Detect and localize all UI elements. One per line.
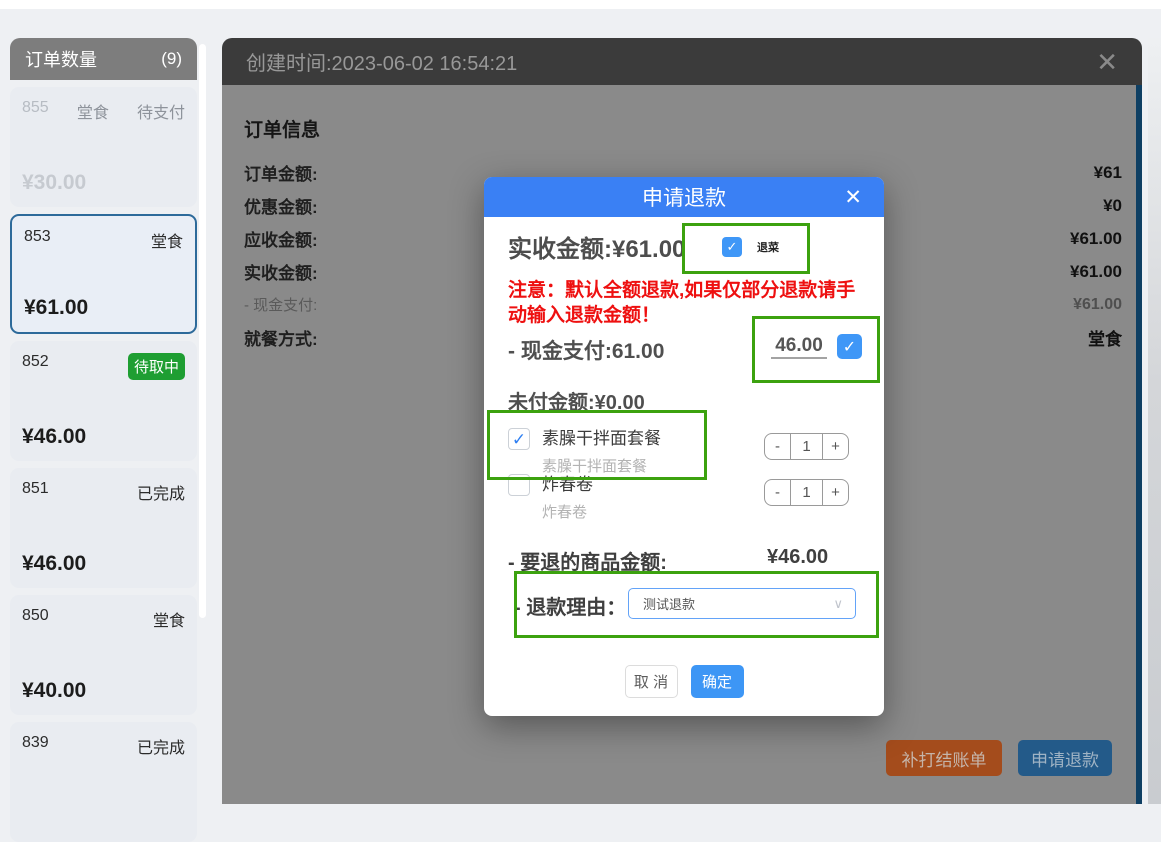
- return-dish-option: ✓ 退菜: [722, 237, 779, 257]
- panel-action-buttons: 补打结账单 申请退款: [886, 740, 1112, 776]
- quantity-stepper-2: - 1 +: [764, 479, 849, 506]
- order-status: 已完成: [137, 480, 185, 504]
- stepper-quantity: 1: [791, 479, 822, 506]
- order-id: 850: [22, 607, 49, 625]
- sidebar-scrollbar[interactable]: [199, 44, 206, 618]
- order-sidebar: 订单数量 (9) 855 堂食 待支付 ¥30.00 853 堂食 ¥61.00…: [10, 38, 197, 804]
- unpaid-amount-text: 未付金额:¥0.00: [508, 386, 645, 415]
- refund-dialog-header: 申请退款 ✕: [484, 177, 884, 217]
- item-subname: 素臊干拌面套餐: [542, 455, 661, 476]
- order-count: (9): [161, 49, 182, 69]
- order-card-853[interactable]: 853 堂食 ¥61.00: [10, 214, 197, 334]
- order-card-855[interactable]: 855 堂食 待支付 ¥30.00: [10, 87, 197, 207]
- panel-close-icon[interactable]: ✕: [1096, 49, 1118, 75]
- order-card-839[interactable]: 839 已完成: [10, 722, 197, 842]
- order-id: 853: [24, 228, 51, 246]
- refund-amount-group: ✓: [771, 334, 862, 359]
- stepper-quantity: 1: [791, 433, 822, 460]
- refund-reason-label: - 退款理由：: [514, 591, 626, 620]
- order-card-852[interactable]: 852 待取中 ¥46.00: [10, 341, 197, 461]
- refund-warning-text: 注意：默认全额退款,如果仅部分退款请手动输入退款金额！: [508, 278, 872, 328]
- refund-total-label: - 要退的商品金额:: [508, 546, 667, 575]
- info-label: 应收金额:: [244, 226, 318, 251]
- refund-total-value: ¥46.00: [767, 546, 828, 569]
- return-dish-checkbox[interactable]: ✓: [722, 237, 742, 257]
- stepper-plus-button[interactable]: +: [822, 433, 849, 460]
- stepper-minus-button[interactable]: -: [764, 479, 791, 506]
- refund-item-row-2: 炸春卷 炸春卷: [508, 474, 593, 522]
- order-price: ¥61.00: [24, 296, 88, 320]
- cash-payment-line: - 现金支付:61.00: [508, 335, 664, 365]
- order-id: 855: [22, 99, 49, 117]
- cancel-button[interactable]: 取 消: [625, 665, 678, 698]
- order-info-title: 订单信息: [244, 115, 1122, 142]
- info-label: 订单金额:: [244, 160, 318, 185]
- refund-reason-select[interactable]: 测试退款 ∨: [628, 588, 856, 619]
- refund-amount-checkbox[interactable]: ✓: [837, 334, 862, 359]
- item-subname: 炸春卷: [542, 501, 593, 522]
- order-id: 852: [22, 353, 49, 371]
- modal-buttons: 取 消 确定: [484, 665, 884, 698]
- order-id: 851: [22, 480, 49, 498]
- item-checkbox-checked[interactable]: ✓: [508, 428, 530, 450]
- info-label: 就餐方式:: [244, 325, 318, 350]
- top-strip: [0, 0, 1161, 9]
- created-time-label: 创建时间:2023-06-02 16:54:21: [246, 47, 517, 76]
- sidebar-header: 订单数量 (9): [10, 38, 197, 80]
- order-status: 已完成: [137, 734, 185, 758]
- reprint-bill-button[interactable]: 补打结账单: [886, 740, 1002, 776]
- stepper-plus-button[interactable]: +: [822, 479, 849, 506]
- stepper-minus-button[interactable]: -: [764, 433, 791, 460]
- order-status: 堂食: [153, 607, 185, 631]
- refund-item-row-1: ✓ 素臊干拌面套餐 素臊干拌面套餐: [508, 428, 661, 476]
- received-amount-text: 实收金额:¥61.00: [508, 229, 685, 264]
- info-value: ¥61.00: [1073, 296, 1122, 314]
- return-dish-label: 退菜: [757, 239, 779, 255]
- item-name: 炸春卷: [542, 474, 593, 496]
- info-label: 优惠金额:: [244, 193, 318, 218]
- right-gutter: [1148, 38, 1161, 804]
- quantity-stepper-1: - 1 +: [764, 433, 849, 460]
- refund-amount-input[interactable]: [771, 335, 827, 359]
- panel-header: 创建时间:2023-06-02 16:54:21 ✕: [222, 38, 1142, 85]
- refund-dialog-title: 申请退款: [642, 182, 726, 212]
- check-icon: ✓: [512, 431, 526, 448]
- item-checkbox-unchecked[interactable]: [508, 474, 530, 496]
- refund-dialog-close-icon[interactable]: ✕: [844, 185, 862, 210]
- refund-dialog: 申请退款 ✕ 实收金额:¥61.00 ✓ 退菜 注意：默认全额退款,如果仅部分退…: [484, 177, 884, 716]
- info-value: ¥61.00: [1070, 229, 1122, 249]
- order-price: ¥46.00: [22, 552, 86, 576]
- order-status-badge: 待取中: [128, 353, 185, 380]
- chevron-down-icon: ∨: [833, 596, 843, 612]
- order-status: 待支付: [137, 99, 185, 123]
- order-card-850[interactable]: 850 堂食 ¥40.00: [10, 595, 197, 715]
- info-label: - 现金支付:: [244, 294, 317, 315]
- info-value: ¥0: [1103, 196, 1122, 216]
- info-value: ¥61.00: [1070, 262, 1122, 282]
- sidebar-title: 订单数量: [25, 46, 97, 72]
- confirm-button[interactable]: 确定: [691, 665, 744, 698]
- info-label: 实收金额:: [244, 259, 318, 284]
- order-dine-type: 堂食: [77, 99, 109, 123]
- order-price: ¥40.00: [22, 679, 86, 703]
- info-value: ¥61: [1094, 163, 1122, 183]
- item-name: 素臊干拌面套餐: [542, 428, 661, 450]
- info-value: 堂食: [1088, 325, 1122, 350]
- order-price: ¥46.00: [22, 425, 86, 449]
- order-status: 堂食: [151, 228, 183, 252]
- order-id: 839: [22, 734, 49, 752]
- order-card-851[interactable]: 851 已完成 ¥46.00: [10, 468, 197, 588]
- apply-refund-button[interactable]: 申请退款: [1018, 740, 1112, 776]
- refund-reason-value: 测试退款: [643, 594, 833, 613]
- order-price: ¥30.00: [22, 171, 86, 195]
